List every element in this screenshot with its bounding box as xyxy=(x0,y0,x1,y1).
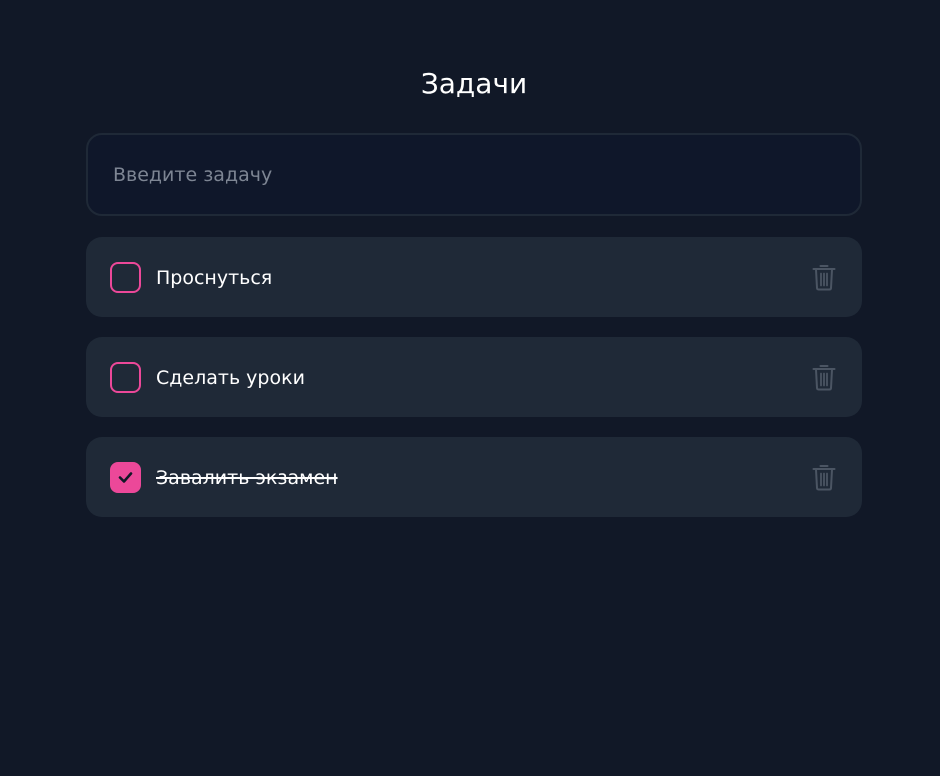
trash-icon xyxy=(812,365,836,391)
task-checkbox[interactable] xyxy=(110,362,141,393)
check-icon xyxy=(118,472,133,483)
page-title: Задачи xyxy=(420,67,528,100)
task-item: Проснуться xyxy=(86,237,862,317)
todo-app: Задачи Проснуться Сделать уроки xyxy=(0,0,940,776)
task-item: Сделать уроки xyxy=(86,337,862,417)
task-label: Сделать уроки xyxy=(156,367,305,389)
task-label: Проснуться xyxy=(156,267,273,289)
task-list: Проснуться Сделать уроки Завалить экзаме… xyxy=(86,237,862,537)
task-label: Завалить экзамен xyxy=(156,467,338,489)
task-item: Завалить экзамен xyxy=(86,437,862,517)
new-task-input[interactable] xyxy=(86,133,862,216)
delete-task-button[interactable] xyxy=(812,363,836,391)
task-checkbox[interactable] xyxy=(110,262,141,293)
delete-task-button[interactable] xyxy=(812,263,836,291)
trash-icon xyxy=(812,265,836,291)
delete-task-button[interactable] xyxy=(812,463,836,491)
trash-icon xyxy=(812,465,836,491)
task-checkbox[interactable] xyxy=(110,462,141,493)
